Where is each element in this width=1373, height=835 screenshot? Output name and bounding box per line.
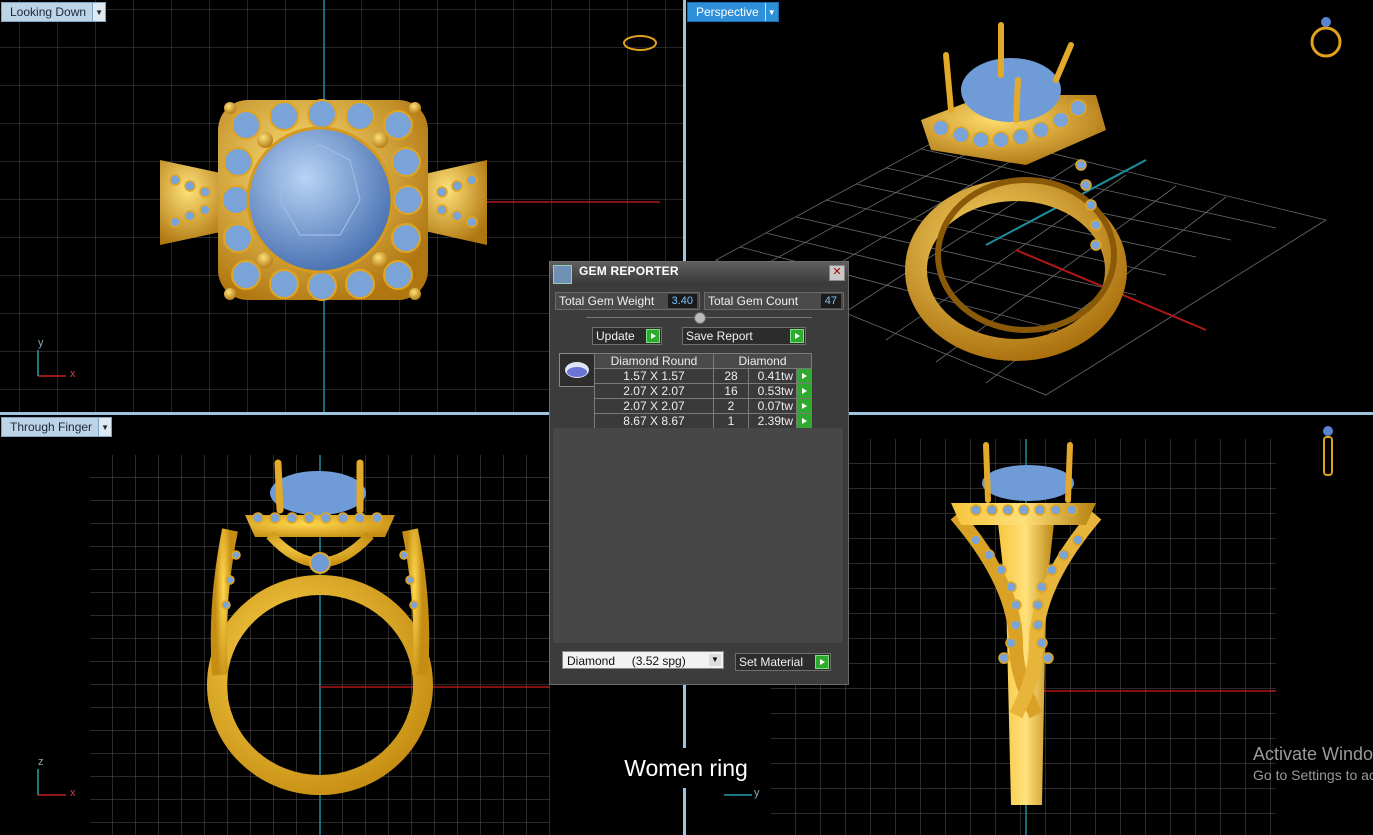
update-button[interactable]: Update bbox=[592, 327, 662, 345]
gem-count: 1 bbox=[713, 413, 749, 429]
material-select[interactable]: Diamond (3.52 spg) ▼ bbox=[562, 651, 724, 669]
caption-text: Women ring bbox=[611, 748, 761, 788]
set-material-button-label: Set Material bbox=[739, 655, 804, 669]
table-row[interactable]: 2.07 X 2.07 2 0.07tw bbox=[594, 398, 812, 414]
dialog-titlebar[interactable]: GEM REPORTER ✕ bbox=[550, 262, 848, 284]
gem-count: 16 bbox=[713, 383, 749, 399]
gem-size: 8.67 X 8.67 bbox=[594, 413, 714, 429]
activation-watermark: Activate Windows Go to Settings to activ… bbox=[1253, 744, 1373, 783]
column-header: Diamond bbox=[713, 353, 812, 369]
total-gem-weight-value: 3.40 bbox=[667, 294, 697, 308]
total-gem-count-label: Total Gem Count bbox=[708, 294, 799, 308]
axis-x-label: x bbox=[70, 368, 76, 380]
gem-count: 2 bbox=[713, 398, 749, 414]
axis-y-label: y bbox=[38, 337, 44, 349]
select-row-arrow-icon[interactable] bbox=[796, 368, 812, 384]
viewport-title: Through Finger bbox=[10, 420, 93, 434]
axis-z-label: z bbox=[38, 756, 44, 768]
gem-table-header: Diamond Round Diamond bbox=[594, 353, 812, 369]
table-row[interactable]: 2.07 X 2.07 16 0.53tw bbox=[594, 383, 812, 399]
watermark-line2: Go to Settings to activate Windows. bbox=[1253, 767, 1373, 783]
diamond-thumbnail-icon[interactable] bbox=[559, 353, 595, 387]
total-gem-count-field: Total Gem Count 47 bbox=[704, 292, 844, 310]
gem-size: 2.07 X 2.07 bbox=[594, 383, 714, 399]
viewport-title: Perspective bbox=[696, 5, 759, 19]
total-gem-weight-field: Total Gem Weight 3.40 bbox=[555, 292, 700, 310]
total-gem-count-value: 47 bbox=[820, 294, 841, 308]
gem-reporter-dialog[interactable]: GEM REPORTER ✕ Total Gem Weight 3.40 Tot… bbox=[549, 261, 849, 685]
set-material-button[interactable]: Set Material bbox=[735, 653, 831, 671]
update-button-label: Update bbox=[596, 329, 635, 343]
select-row-arrow-icon[interactable] bbox=[796, 398, 812, 414]
save-report-button-label: Save Report bbox=[686, 329, 753, 343]
gem-reporter-icon bbox=[553, 265, 572, 284]
select-row-arrow-icon[interactable] bbox=[796, 383, 812, 399]
chevron-down-icon[interactable]: ▼ bbox=[709, 654, 721, 666]
gem-weight: 0.53tw bbox=[748, 383, 797, 399]
table-row[interactable]: 1.57 X 1.57 28 0.41tw bbox=[594, 368, 812, 384]
chevron-down-icon[interactable]: ▼ bbox=[92, 3, 106, 21]
gem-weight: 2.39tw bbox=[748, 413, 797, 429]
viewport-label-through-finger[interactable]: Through Finger ▼ bbox=[1, 417, 113, 437]
viewport-label-looking-down[interactable]: Looking Down ▼ bbox=[1, 2, 107, 22]
total-gem-weight-label: Total Gem Weight bbox=[559, 294, 655, 308]
gem-list-area bbox=[553, 428, 843, 643]
dialog-title: GEM REPORTER bbox=[579, 264, 679, 278]
column-header: Diamond Round bbox=[594, 353, 714, 369]
gem-size: 2.07 X 2.07 bbox=[594, 398, 714, 414]
gem-weight: 0.41tw bbox=[748, 368, 797, 384]
gem-weight: 0.07tw bbox=[748, 398, 797, 414]
table-row[interactable]: 8.67 X 8.67 1 2.39tw bbox=[594, 413, 812, 429]
watermark-line1: Activate Windows bbox=[1253, 744, 1373, 764]
axis-x-label: x bbox=[70, 787, 76, 799]
viewport-label-perspective[interactable]: Perspective ▼ bbox=[687, 2, 779, 22]
material-select-value: Diamond (3.52 spg) bbox=[567, 654, 686, 668]
select-row-arrow-icon[interactable] bbox=[796, 413, 812, 429]
viewport-title: Looking Down bbox=[10, 5, 87, 19]
gem-table: Diamond Round Diamond 1.57 X 1.57 28 0.4… bbox=[594, 353, 812, 429]
save-report-button[interactable]: Save Report bbox=[682, 327, 806, 345]
chevron-down-icon[interactable]: ▼ bbox=[98, 418, 112, 436]
play-arrow-icon bbox=[646, 329, 660, 343]
close-button[interactable]: ✕ bbox=[829, 265, 845, 281]
play-arrow-icon bbox=[790, 329, 804, 343]
axis-y-label: y bbox=[754, 787, 760, 799]
close-icon: ✕ bbox=[832, 266, 842, 278]
play-arrow-icon bbox=[815, 655, 829, 669]
chevron-down-icon[interactable]: ▼ bbox=[764, 3, 778, 21]
gem-count: 28 bbox=[713, 368, 749, 384]
gem-size: 1.57 X 1.57 bbox=[594, 368, 714, 384]
slider-handle[interactable] bbox=[694, 312, 706, 324]
